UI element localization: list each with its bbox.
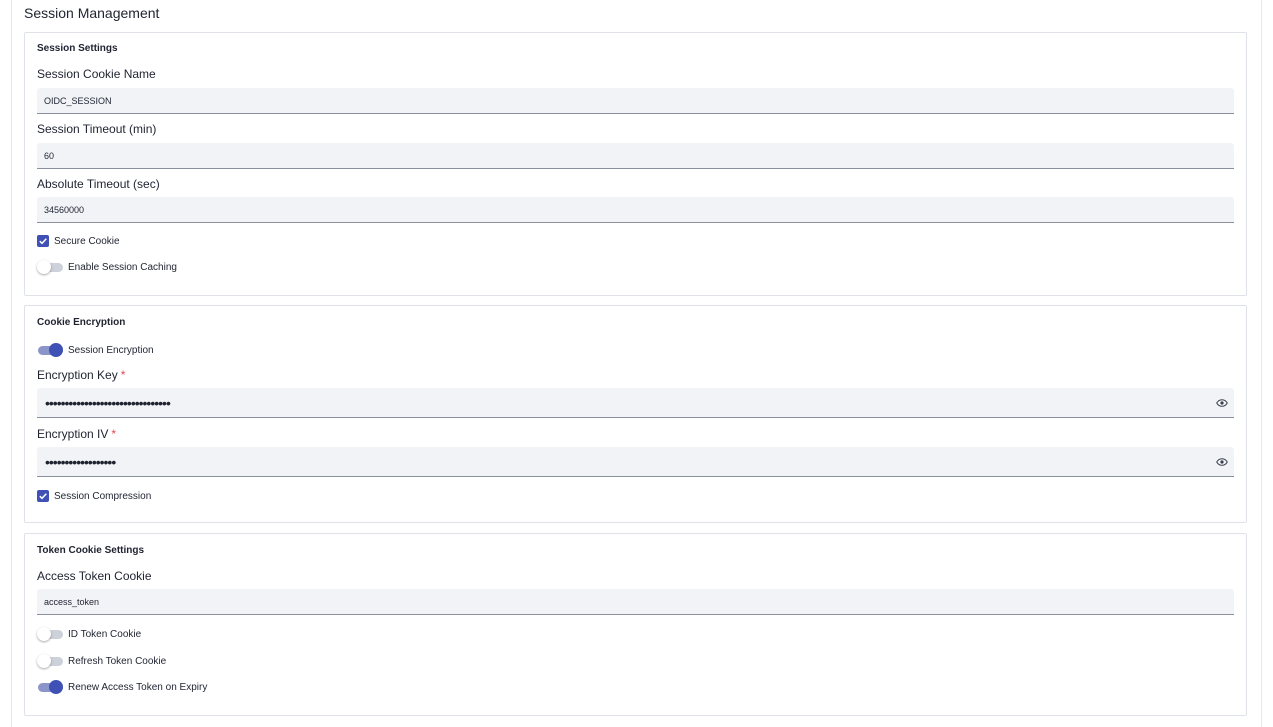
page-title: Session Management	[24, 5, 160, 21]
toggle-knob	[37, 260, 51, 274]
renew-access-token-toggle-row[interactable]: Renew Access Token on Expiry	[37, 680, 207, 694]
session-timeout-value: 60	[44, 150, 55, 161]
toggle-knob	[49, 343, 63, 357]
session-compression-checkbox-row[interactable]: Session Compression	[37, 490, 151, 502]
encryption-iv-masked-value: ••••••••••••••••••	[45, 453, 116, 470]
toggle-knob	[37, 654, 51, 668]
id-token-cookie-label: ID Token Cookie	[68, 628, 142, 640]
toggle-knob	[37, 627, 51, 641]
absolute-timeout-input[interactable]: 34560000	[37, 197, 1234, 223]
card-title: Token Cookie Settings	[37, 545, 145, 556]
renew-access-token-label: Renew Access Token on Expiry	[68, 681, 208, 693]
session-timeout-input[interactable]: 60	[37, 143, 1234, 169]
required-marker: *	[111, 427, 117, 441]
session-caching-toggle[interactable]	[37, 260, 63, 274]
access-token-cookie-value: access_token	[44, 596, 100, 607]
refresh-token-cookie-toggle[interactable]	[37, 654, 63, 668]
session-compression-label: Session Compression	[54, 490, 152, 502]
session-encryption-toggle-row[interactable]: Session Encryption	[37, 343, 154, 357]
session-timeout-label: Session Timeout (min)	[37, 122, 157, 136]
secure-cookie-checkbox[interactable]	[37, 235, 49, 247]
encryption-key-masked-value: ••••••••••••••••••••••••••••••••	[45, 394, 171, 411]
secure-cookie-label: Secure Cookie	[54, 235, 120, 247]
checkmark-icon	[39, 493, 47, 500]
session-caching-label: Enable Session Caching	[68, 261, 177, 273]
session-settings-card: Session Settings Session Cookie Name OID…	[24, 32, 1247, 296]
session-encryption-toggle[interactable]	[37, 343, 63, 357]
card-title: Cookie Encryption	[37, 317, 126, 328]
session-encryption-label: Session Encryption	[68, 344, 154, 356]
toggle-knob	[49, 680, 63, 694]
eye-icon[interactable]	[1216, 457, 1228, 466]
encryption-key-input[interactable]: ••••••••••••••••••••••••••••••••	[37, 388, 1234, 418]
access-token-cookie-label: Access Token Cookie	[37, 569, 152, 583]
encryption-iv-label: Encryption IV *	[37, 427, 116, 441]
session-cookie-name-input[interactable]: OIDC_SESSION	[37, 88, 1234, 114]
id-token-cookie-toggle-row[interactable]: ID Token Cookie	[37, 627, 141, 641]
secure-cookie-checkbox-row[interactable]: Secure Cookie	[37, 235, 120, 247]
required-marker: *	[120, 368, 126, 382]
session-compression-checkbox[interactable]	[37, 490, 49, 502]
checkmark-icon	[39, 238, 47, 245]
refresh-token-cookie-toggle-row[interactable]: Refresh Token Cookie	[37, 654, 166, 668]
page-border-right	[1261, 0, 1262, 727]
encryption-iv-input[interactable]: ••••••••••••••••••	[37, 447, 1234, 477]
session-caching-toggle-row[interactable]: Enable Session Caching	[37, 260, 177, 274]
cookie-encryption-card: Cookie Encryption Session Encryption Enc…	[24, 305, 1247, 523]
encryption-key-label-text: Encryption Key	[37, 368, 118, 382]
absolute-timeout-value: 34560000	[44, 204, 85, 215]
encryption-key-label: Encryption Key *	[37, 368, 125, 382]
renew-access-token-toggle[interactable]	[37, 680, 63, 694]
encryption-iv-label-text: Encryption IV	[37, 427, 109, 441]
refresh-token-cookie-label: Refresh Token Cookie	[68, 655, 167, 667]
absolute-timeout-label: Absolute Timeout (sec)	[37, 177, 160, 191]
page-border-left	[11, 0, 12, 727]
token-cookie-settings-card: Token Cookie Settings Access Token Cooki…	[24, 533, 1247, 716]
eye-icon[interactable]	[1216, 398, 1228, 407]
access-token-cookie-input[interactable]: access_token	[37, 589, 1234, 615]
id-token-cookie-toggle[interactable]	[37, 627, 63, 641]
session-cookie-name-label: Session Cookie Name	[37, 67, 156, 81]
card-title: Session Settings	[37, 43, 118, 54]
session-cookie-name-value: OIDC_SESSION	[44, 95, 112, 106]
